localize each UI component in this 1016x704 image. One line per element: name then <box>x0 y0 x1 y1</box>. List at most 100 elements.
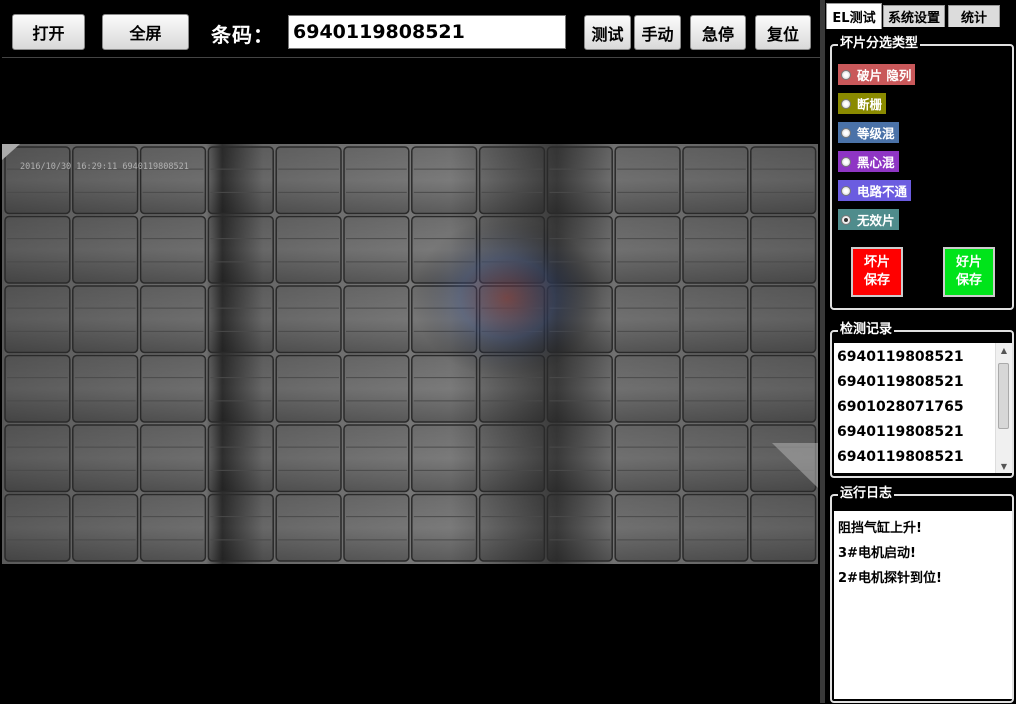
log-line: 阻挡气缸上升! <box>838 521 922 536</box>
list-item[interactable]: 6940119808521 <box>837 424 964 440</box>
solar-cell <box>275 285 342 354</box>
emergency-stop-button[interactable]: 急停 <box>690 15 746 50</box>
solar-cell <box>207 215 274 284</box>
solar-cell <box>682 493 749 562</box>
solar-cell <box>139 493 207 562</box>
option-broken-grid[interactable]: 断栅 <box>838 93 887 114</box>
image-timestamp: 2016/10/30 16:29:11 6940119808521 <box>20 162 189 172</box>
sort-type-title: 坏片分选类型 <box>838 36 921 52</box>
records-group: 检测记录 6940119808521 6940119808521 6901028… <box>830 322 1014 478</box>
fullscreen-button[interactable]: 全屏 <box>102 14 189 50</box>
records-scrollbar[interactable]: ▲ ▼ <box>995 343 1012 473</box>
solar-cell <box>275 424 342 493</box>
records-list[interactable]: 6940119808521 6940119808521 690102807176… <box>834 343 1012 473</box>
list-item[interactable]: 6940119808521 <box>837 374 964 390</box>
barcode-input[interactable] <box>288 15 566 49</box>
option-crack[interactable]: 破片 隐列 <box>838 64 916 85</box>
barcode-label: 条码： <box>211 23 274 47</box>
option-label: 无效片 <box>857 213 895 228</box>
solar-cell <box>411 146 478 215</box>
solar-cell <box>750 354 817 423</box>
tab-el-test[interactable]: EL测试 <box>826 3 882 29</box>
solar-cell <box>207 146 274 215</box>
run-log-group: 运行日志 阻挡气缸上升! 3#电机启动! 2#电机探针到位! <box>830 486 1014 703</box>
solar-cell <box>4 354 71 423</box>
solar-cell <box>4 215 71 284</box>
records-title: 检测记录 <box>838 322 895 338</box>
scroll-down-icon[interactable]: ▼ <box>996 459 1012 473</box>
scroll-thumb[interactable] <box>998 363 1009 429</box>
list-item[interactable]: 6940119808521 <box>837 349 964 365</box>
run-log-title: 运行日志 <box>838 486 895 502</box>
solar-cell <box>478 424 546 493</box>
option-black-core[interactable]: 黑心混 <box>838 151 899 172</box>
solar-cell <box>682 215 749 284</box>
solar-cell <box>139 354 207 423</box>
solar-cell <box>750 285 817 354</box>
solar-cell <box>546 424 613 493</box>
reset-button[interactable]: 复位 <box>755 15 811 50</box>
solar-cell <box>614 493 681 562</box>
solar-cell <box>72 146 139 215</box>
panel-divider <box>820 0 825 703</box>
solar-cell <box>411 493 478 562</box>
solar-cell <box>4 146 71 215</box>
solar-cell <box>682 424 749 493</box>
option-label: 断栅 <box>857 97 883 112</box>
tab-bar: EL测试 系统设置 统计 <box>825 3 1016 29</box>
solar-cell <box>750 215 817 284</box>
option-label: 等级混 <box>857 126 895 141</box>
solar-cell <box>275 215 342 284</box>
solar-cell <box>4 493 71 562</box>
option-label: 破片 隐列 <box>857 68 912 83</box>
solar-cell <box>4 285 71 354</box>
solar-cell <box>750 493 817 562</box>
solar-cell <box>750 146 817 215</box>
run-log-box[interactable]: 阻挡气缸上升! 3#电机启动! 2#电机探针到位! <box>834 511 1012 699</box>
solar-cell <box>614 424 681 493</box>
open-button[interactable]: 打开 <box>12 14 85 50</box>
radio-icon[interactable] <box>841 127 851 138</box>
radio-icon[interactable] <box>841 185 851 196</box>
solar-cell <box>72 285 139 354</box>
tab-system-settings[interactable]: 系统设置 <box>883 5 945 27</box>
good-save-button[interactable]: 好片 保存 <box>943 247 995 297</box>
solar-cell <box>546 493 613 562</box>
solar-cell <box>139 424 207 493</box>
log-line: 3#电机启动! <box>838 546 916 561</box>
scroll-up-icon[interactable]: ▲ <box>996 343 1012 357</box>
solar-cell <box>72 424 139 493</box>
test-button[interactable]: 测试 <box>584 15 631 50</box>
tab-statistics[interactable]: 统计 <box>948 5 1000 27</box>
solar-cell <box>139 146 207 215</box>
solar-cell <box>478 146 546 215</box>
solar-cell <box>139 285 207 354</box>
solar-cell <box>614 354 681 423</box>
radio-icon[interactable] <box>841 98 851 109</box>
solar-cell <box>343 424 410 493</box>
manual-button[interactable]: 手动 <box>634 15 681 50</box>
solar-cell <box>343 354 410 423</box>
solar-cell <box>72 493 139 562</box>
bad-save-button[interactable]: 坏片 保存 <box>851 247 903 297</box>
solar-cell <box>411 424 478 493</box>
list-item[interactable]: 6940119808521 <box>837 449 964 465</box>
solar-cell <box>682 285 749 354</box>
solar-cell <box>207 354 274 423</box>
list-item[interactable]: 6901028071765 <box>837 399 964 415</box>
solar-cell <box>343 493 410 562</box>
log-line: 2#电机探针到位! <box>838 571 942 586</box>
solar-cell <box>139 215 207 284</box>
option-grade-mix[interactable]: 等级混 <box>838 122 899 143</box>
solar-cell <box>343 215 410 284</box>
option-open-circuit[interactable]: 电路不通 <box>838 180 912 201</box>
radio-icon[interactable] <box>841 69 851 80</box>
solar-cell <box>4 424 71 493</box>
solar-cell <box>614 215 681 284</box>
radio-checked-icon[interactable] <box>841 214 851 225</box>
radio-icon[interactable] <box>841 156 851 167</box>
solar-cell <box>614 285 681 354</box>
option-invalid[interactable]: 无效片 <box>838 209 899 230</box>
solar-cell <box>207 285 274 354</box>
solar-cell <box>275 493 342 562</box>
